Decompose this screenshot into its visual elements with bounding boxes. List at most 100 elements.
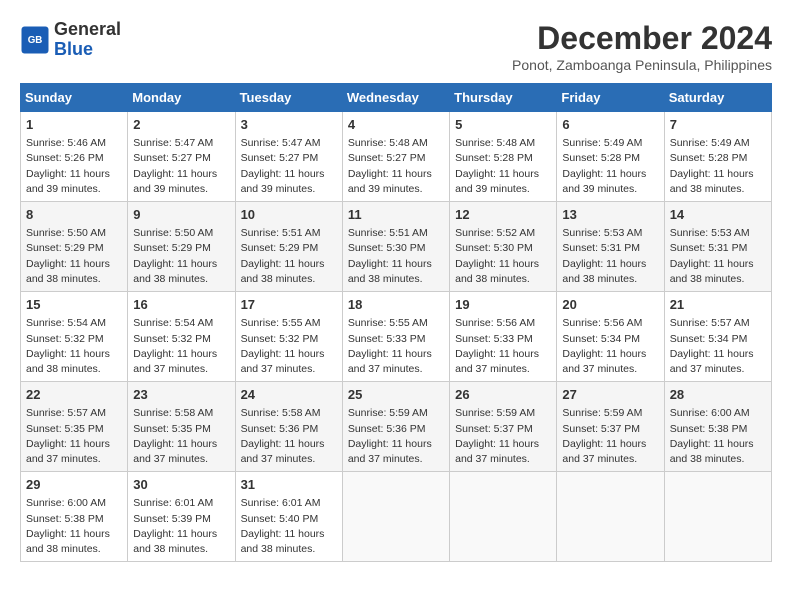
calendar-cell: 14 Sunrise: 5:53 AM Sunset: 5:31 PM Dayli…	[664, 202, 771, 292]
day-number: 27	[562, 386, 658, 404]
calendar-cell	[450, 472, 557, 562]
calendar-cell: 31 Sunrise: 6:01 AM Sunset: 5:40 PM Dayli…	[235, 472, 342, 562]
day-number: 1	[26, 116, 122, 134]
week-row: 8Sunrise: 5:50 AM Sunset: 5:29 PM Daylig…	[21, 202, 772, 292]
calendar-cell	[557, 472, 664, 562]
day-info: Sunrise: 5:59 AM Sunset: 5:36 PM Dayligh…	[348, 406, 444, 467]
col-header-sunday: Sunday	[21, 84, 128, 112]
day-info: Sunrise: 5:53 AM Sunset: 5:31 PM Dayligh…	[562, 226, 658, 287]
day-info: Sunrise: 5:51 AM Sunset: 5:29 PM Dayligh…	[241, 226, 337, 287]
day-number: 21	[670, 296, 766, 314]
day-number: 26	[455, 386, 551, 404]
day-info: Sunrise: 5:52 AM Sunset: 5:30 PM Dayligh…	[455, 226, 551, 287]
calendar-cell: 29Sunrise: 6:00 AM Sunset: 5:38 PM Dayli…	[21, 472, 128, 562]
col-header-monday: Monday	[128, 84, 235, 112]
calendar-cell: 7 Sunrise: 5:49 AM Sunset: 5:28 PM Daylig…	[664, 112, 771, 202]
calendar-cell: 20 Sunrise: 5:56 AM Sunset: 5:34 PM Dayli…	[557, 292, 664, 382]
day-info: Sunrise: 5:59 AM Sunset: 5:37 PM Dayligh…	[562, 406, 658, 467]
week-row: 29Sunrise: 6:00 AM Sunset: 5:38 PM Dayli…	[21, 472, 772, 562]
day-number: 17	[241, 296, 337, 314]
day-info: Sunrise: 5:47 AM Sunset: 5:27 PM Dayligh…	[133, 136, 229, 197]
day-number: 6	[562, 116, 658, 134]
calendar-cell	[664, 472, 771, 562]
day-info: Sunrise: 5:55 AM Sunset: 5:33 PM Dayligh…	[348, 316, 444, 377]
day-info: Sunrise: 6:01 AM Sunset: 5:39 PM Dayligh…	[133, 496, 229, 557]
col-header-thursday: Thursday	[450, 84, 557, 112]
day-number: 19	[455, 296, 551, 314]
day-number: 3	[241, 116, 337, 134]
day-info: Sunrise: 5:53 AM Sunset: 5:31 PM Dayligh…	[670, 226, 766, 287]
col-header-wednesday: Wednesday	[342, 84, 449, 112]
day-number: 4	[348, 116, 444, 134]
logo-line1: General	[54, 20, 121, 40]
day-info: Sunrise: 6:00 AM Sunset: 5:38 PM Dayligh…	[26, 496, 122, 557]
day-info: Sunrise: 5:49 AM Sunset: 5:28 PM Dayligh…	[562, 136, 658, 197]
logo: GB General Blue	[20, 20, 121, 60]
calendar-cell: 26 Sunrise: 5:59 AM Sunset: 5:37 PM Dayli…	[450, 382, 557, 472]
day-info: Sunrise: 5:47 AM Sunset: 5:27 PM Dayligh…	[241, 136, 337, 197]
day-number: 12	[455, 206, 551, 224]
day-info: Sunrise: 5:49 AM Sunset: 5:28 PM Dayligh…	[670, 136, 766, 197]
day-info: Sunrise: 5:58 AM Sunset: 5:36 PM Dayligh…	[241, 406, 337, 467]
calendar-cell: 28 Sunrise: 6:00 AM Sunset: 5:38 PM Dayli…	[664, 382, 771, 472]
calendar-cell: 25 Sunrise: 5:59 AM Sunset: 5:36 PM Dayli…	[342, 382, 449, 472]
day-number: 10	[241, 206, 337, 224]
day-number: 25	[348, 386, 444, 404]
day-info: Sunrise: 5:55 AM Sunset: 5:32 PM Dayligh…	[241, 316, 337, 377]
day-info: Sunrise: 5:51 AM Sunset: 5:30 PM Dayligh…	[348, 226, 444, 287]
day-info: Sunrise: 5:48 AM Sunset: 5:27 PM Dayligh…	[348, 136, 444, 197]
day-number: 30	[133, 476, 229, 494]
calendar-cell: 9Sunrise: 5:50 AM Sunset: 5:29 PM Daylig…	[128, 202, 235, 292]
header: GB General Blue December 2024 Ponot, Zam…	[20, 20, 772, 73]
calendar-cell: 30 Sunrise: 6:01 AM Sunset: 5:39 PM Dayli…	[128, 472, 235, 562]
calendar-cell: 22Sunrise: 5:57 AM Sunset: 5:35 PM Dayli…	[21, 382, 128, 472]
day-info: Sunrise: 5:59 AM Sunset: 5:37 PM Dayligh…	[455, 406, 551, 467]
col-header-friday: Friday	[557, 84, 664, 112]
week-row: 1Sunrise: 5:46 AM Sunset: 5:26 PM Daylig…	[21, 112, 772, 202]
calendar-cell: 12 Sunrise: 5:52 AM Sunset: 5:30 PM Dayli…	[450, 202, 557, 292]
day-info: Sunrise: 5:57 AM Sunset: 5:34 PM Dayligh…	[670, 316, 766, 377]
day-number: 14	[670, 206, 766, 224]
logo-icon: GB	[20, 25, 50, 55]
day-number: 24	[241, 386, 337, 404]
day-number: 8	[26, 206, 122, 224]
col-header-tuesday: Tuesday	[235, 84, 342, 112]
calendar-cell	[342, 472, 449, 562]
calendar-cell: 21 Sunrise: 5:57 AM Sunset: 5:34 PM Dayli…	[664, 292, 771, 382]
week-row: 22Sunrise: 5:57 AM Sunset: 5:35 PM Dayli…	[21, 382, 772, 472]
day-number: 2	[133, 116, 229, 134]
calendar-cell: 6 Sunrise: 5:49 AM Sunset: 5:28 PM Daylig…	[557, 112, 664, 202]
day-number: 7	[670, 116, 766, 134]
day-info: Sunrise: 6:01 AM Sunset: 5:40 PM Dayligh…	[241, 496, 337, 557]
day-number: 18	[348, 296, 444, 314]
day-number: 23	[133, 386, 229, 404]
week-row: 15 Sunrise: 5:54 AM Sunset: 5:32 PM Dayli…	[21, 292, 772, 382]
day-number: 20	[562, 296, 658, 314]
day-info: Sunrise: 5:54 AM Sunset: 5:32 PM Dayligh…	[133, 316, 229, 377]
svg-text:GB: GB	[28, 35, 43, 46]
logo-line2: Blue	[54, 40, 121, 60]
calendar-table: SundayMondayTuesdayWednesdayThursdayFrid…	[20, 83, 772, 562]
day-info: Sunrise: 5:56 AM Sunset: 5:34 PM Dayligh…	[562, 316, 658, 377]
calendar-cell: 19Sunrise: 5:56 AM Sunset: 5:33 PM Dayli…	[450, 292, 557, 382]
col-header-saturday: Saturday	[664, 84, 771, 112]
calendar-cell: 10 Sunrise: 5:51 AM Sunset: 5:29 PM Dayli…	[235, 202, 342, 292]
day-info: Sunrise: 6:00 AM Sunset: 5:38 PM Dayligh…	[670, 406, 766, 467]
day-number: 31	[241, 476, 337, 494]
day-number: 11	[348, 206, 444, 224]
day-number: 28	[670, 386, 766, 404]
calendar-cell: 5Sunrise: 5:48 AM Sunset: 5:28 PM Daylig…	[450, 112, 557, 202]
day-number: 15	[26, 296, 122, 314]
calendar-cell: 24 Sunrise: 5:58 AM Sunset: 5:36 PM Dayli…	[235, 382, 342, 472]
calendar-cell: 16 Sunrise: 5:54 AM Sunset: 5:32 PM Dayli…	[128, 292, 235, 382]
month-year: December 2024	[512, 20, 772, 57]
calendar-cell: 3 Sunrise: 5:47 AM Sunset: 5:27 PM Daylig…	[235, 112, 342, 202]
calendar-cell: 13 Sunrise: 5:53 AM Sunset: 5:31 PM Dayli…	[557, 202, 664, 292]
location: Ponot, Zamboanga Peninsula, Philippines	[512, 57, 772, 73]
calendar-cell: 4 Sunrise: 5:48 AM Sunset: 5:27 PM Daylig…	[342, 112, 449, 202]
day-number: 16	[133, 296, 229, 314]
calendar-cell: 11 Sunrise: 5:51 AM Sunset: 5:30 PM Dayli…	[342, 202, 449, 292]
calendar-cell: 2 Sunrise: 5:47 AM Sunset: 5:27 PM Daylig…	[128, 112, 235, 202]
day-number: 13	[562, 206, 658, 224]
calendar-cell: 18 Sunrise: 5:55 AM Sunset: 5:33 PM Dayli…	[342, 292, 449, 382]
